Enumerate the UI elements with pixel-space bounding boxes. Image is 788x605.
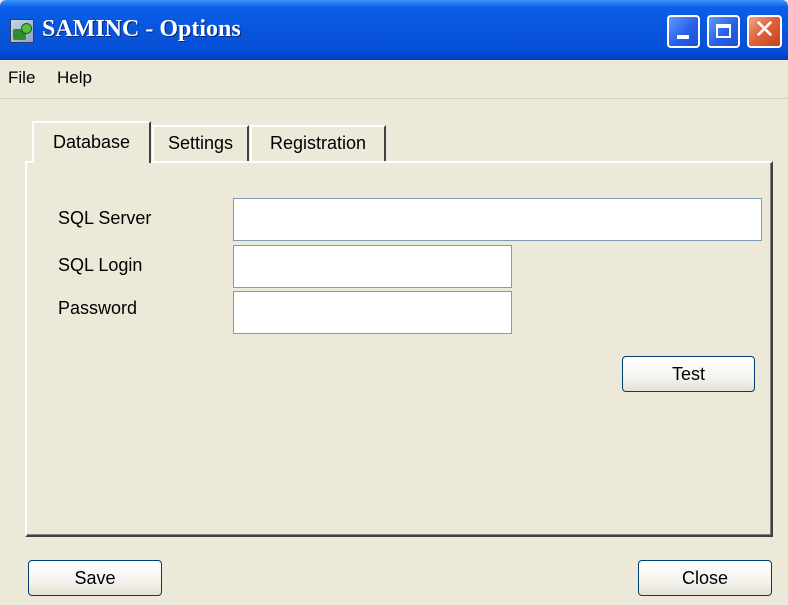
maximize-icon — [716, 24, 731, 38]
tab-database[interactable]: Database — [32, 121, 151, 163]
tab-registration[interactable]: Registration — [250, 125, 386, 161]
sql-login-input[interactable] — [233, 245, 512, 288]
sql-server-input[interactable] — [233, 198, 762, 241]
menu-help[interactable]: Help — [57, 68, 92, 88]
tab-settings[interactable]: Settings — [152, 125, 249, 161]
options-window: SAMINC - Options ✕ File Help Settings Re… — [0, 0, 788, 605]
sql-server-label: SQL Server — [58, 208, 152, 228]
close-button[interactable]: Close — [638, 560, 772, 596]
password-input[interactable] — [233, 291, 512, 334]
close-window-button[interactable]: ✕ — [747, 15, 782, 48]
minimize-icon — [677, 35, 689, 39]
password-label: Password — [58, 298, 138, 318]
maximize-button[interactable] — [707, 15, 740, 48]
window-title: SAMINC - Options — [42, 16, 241, 42]
sql-login-label: SQL Login — [58, 255, 143, 275]
menu-file[interactable]: File — [8, 68, 35, 88]
app-icon[interactable] — [10, 19, 34, 43]
title-bar[interactable]: SAMINC - Options ✕ — [0, 0, 788, 60]
save-button[interactable]: Save — [28, 560, 162, 596]
test-button[interactable]: Test — [622, 356, 755, 392]
minimize-button[interactable] — [667, 15, 700, 48]
menu-bar: File Help — [0, 60, 788, 99]
close-icon: ✕ — [753, 15, 776, 45]
